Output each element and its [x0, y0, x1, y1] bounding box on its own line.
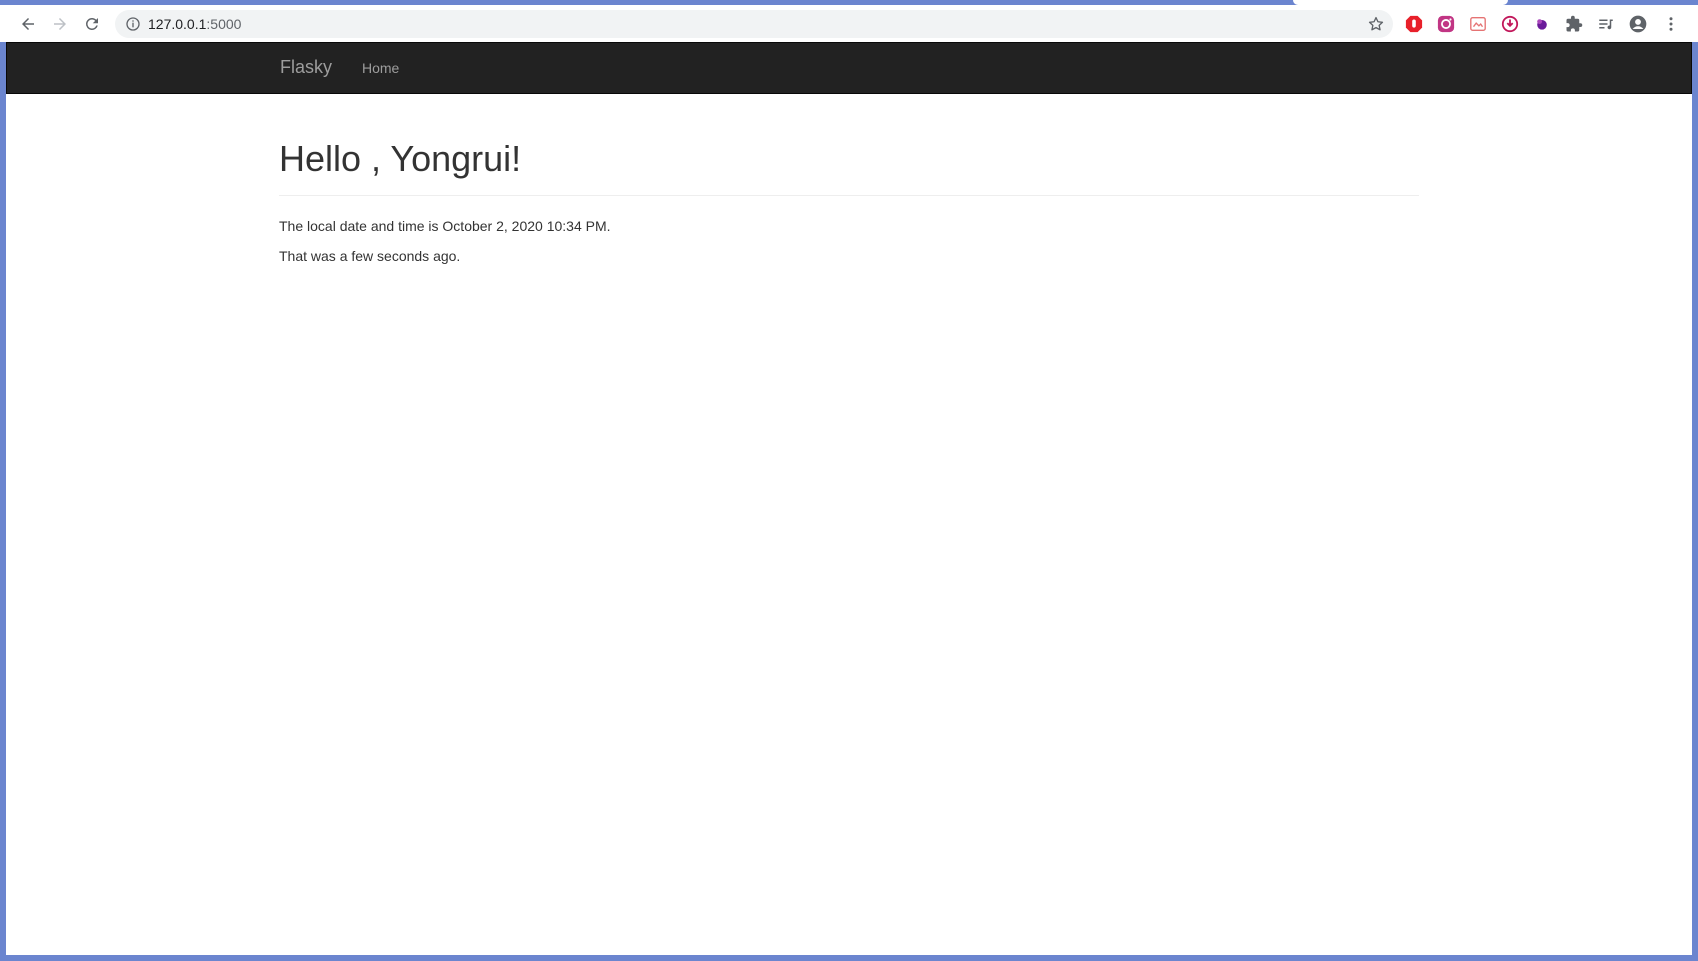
media-icon[interactable]	[1596, 14, 1616, 34]
nav-link-home[interactable]: Home	[362, 60, 399, 76]
back-button[interactable]	[16, 12, 40, 36]
main-content: Hello , Yongrui! The local date and time…	[279, 94, 1419, 266]
arrow-left-icon	[22, 18, 34, 30]
page-header: Hello , Yongrui!	[279, 139, 1419, 196]
extension-icon[interactable]	[1468, 14, 1488, 34]
browser-window: 127.0.0.1:5000 Flasky Home Hello , Yongr…	[0, 0, 1698, 961]
info-icon[interactable]	[125, 16, 141, 32]
datetime-text: The local date and time is October 2, 20…	[279, 217, 611, 234]
navbar: Flasky Home	[6, 42, 1692, 94]
download-icon[interactable]	[1500, 14, 1520, 34]
relative-time-text: That was a few seconds ago.	[279, 247, 461, 264]
star-icon[interactable]	[1367, 15, 1385, 33]
profile-icon[interactable]	[1628, 14, 1648, 34]
arrow-right-icon	[54, 18, 66, 30]
navbar-brand[interactable]: Flasky	[280, 57, 332, 78]
page-viewport: Flasky Home Hello , Yongrui! The local d…	[6, 42, 1692, 955]
address-bar[interactable]: 127.0.0.1:5000	[115, 10, 1393, 38]
page-title: Hello , Yongrui!	[279, 138, 522, 179]
forward-button[interactable]	[48, 12, 72, 36]
theme-icon[interactable]	[1532, 14, 1552, 34]
url-port: :5000	[206, 16, 242, 32]
url-text: 127.0.0.1:5000	[148, 16, 241, 32]
browser-toolbar: 127.0.0.1:5000	[0, 5, 1698, 42]
reload-icon	[85, 17, 98, 30]
url-host: 127.0.0.1	[148, 16, 207, 32]
adblock-icon[interactable]	[1404, 14, 1424, 34]
instagram-icon[interactable]	[1436, 14, 1456, 34]
menu-icon[interactable]	[1661, 14, 1681, 34]
reload-button[interactable]	[80, 12, 104, 36]
puzzle-icon[interactable]	[1564, 14, 1584, 34]
